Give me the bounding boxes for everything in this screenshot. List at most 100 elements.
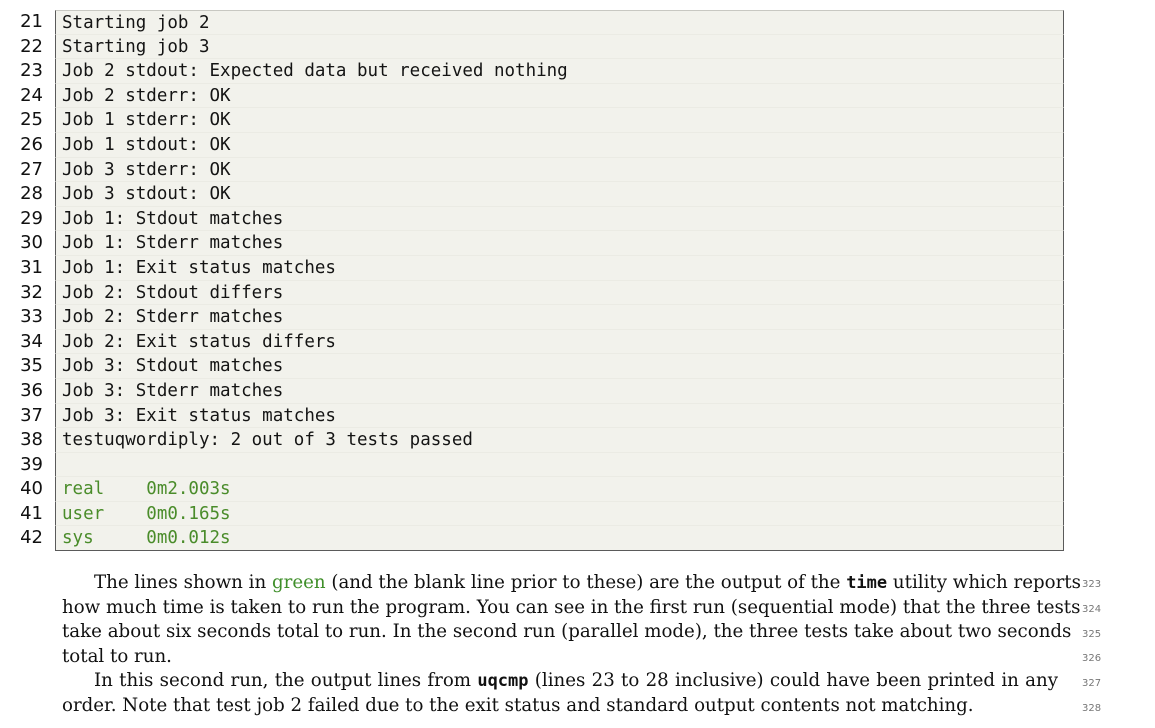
inline-code-time: time — [846, 573, 888, 593]
code-line-text: Starting job 2 — [55, 10, 1064, 35]
margin-line-number: 326 — [1082, 653, 1102, 664]
program-output-text: Job 2 stderr: OK — [62, 85, 231, 106]
code-line-number: 31 — [20, 256, 43, 278]
code-line: 42 sys 0m0.012s — [0, 526, 1064, 552]
code-line: 32 Job 2: Stdout differs — [0, 280, 1064, 306]
program-output-text: testuqwordiply: 2 out of 3 tests passed — [62, 430, 473, 451]
code-line-number: 30 — [20, 232, 43, 254]
program-output-text: Job 1 stderr: OK — [62, 110, 231, 131]
margin-line-number: 323 — [1082, 579, 1102, 590]
paragraph-2-line-1: In this second run, the output lines fro… — [62, 669, 1058, 694]
code-line: 36 Job 3: Stderr matches — [0, 378, 1064, 404]
paragraph-1-line-1: The lines shown in green (and the blank … — [62, 571, 1081, 596]
time-output-text: sys 0m0.012s — [62, 528, 231, 549]
code-line: 30 Job 1: Stderr matches — [0, 231, 1064, 256]
text-span: (and the blank line prior to these) are … — [325, 572, 847, 593]
code-line: 34 Job 2: Exit status differs — [0, 329, 1064, 355]
program-output-text: Starting job 2 — [62, 13, 210, 33]
code-line-number: 41 — [20, 502, 43, 524]
code-line-number: 29 — [20, 207, 43, 229]
code-line-number: 32 — [20, 281, 43, 303]
code-line-number: 21 — [20, 11, 43, 32]
green-word: green — [272, 572, 326, 593]
code-listing: 21 Starting job 2 22 Starting job 3 23 Job 2 … — [0, 10, 1064, 552]
code-line-number: 28 — [20, 183, 43, 205]
code-line-text: Starting job 3 — [55, 34, 1064, 60]
time-output-text: real 0m2.003s — [62, 479, 231, 500]
margin-line-number: 324 — [1082, 604, 1102, 615]
code-line-text: Job 1: Stdout matches — [55, 206, 1064, 232]
time-output-text: user 0m0.165s — [62, 503, 231, 524]
code-line-text: Job 3: Stderr matches — [55, 378, 1064, 404]
code-line-text: Job 1 stdout: OK — [55, 132, 1064, 158]
code-line-number: 25 — [20, 109, 43, 131]
code-line-text: user 0m0.165s — [55, 501, 1064, 527]
inline-code-uqcmp: uqcmp — [477, 671, 529, 692]
code-line: 24 Job 2 stderr: OK — [0, 83, 1064, 109]
program-output-text: Job 3: Exit status matches — [62, 405, 336, 426]
code-line-number: 24 — [20, 84, 43, 106]
code-line: 28 Job 3 stdout: OK — [0, 182, 1064, 207]
code-line-text: Job 1: Stderr matches — [55, 231, 1064, 256]
body-text: The lines shown in green (and the blank … — [62, 571, 1081, 719]
program-output-text: Job 1: Stderr matches — [62, 233, 284, 254]
text-span: The lines shown in — [94, 572, 272, 593]
text-span: In this second run, the output lines fro… — [94, 670, 478, 692]
code-line-text: real 0m2.003s — [55, 477, 1064, 502]
code-line-text: Job 2: Stderr matches — [55, 305, 1064, 330]
program-output-text: Job 3: Stdout matches — [62, 356, 284, 377]
code-line-text: Job 3: Stdout matches — [55, 354, 1064, 379]
program-output-text: Job 2: Stderr matches — [62, 307, 284, 328]
code-line-number: 26 — [20, 133, 43, 155]
code-line: 27 Job 3 stderr: OK — [0, 157, 1064, 183]
code-line: 37 Job 3: Exit status matches — [0, 403, 1064, 429]
code-line-text: Job 1 stderr: OK — [55, 108, 1064, 133]
code-line-text: testuqwordiply: 2 out of 3 tests passed — [55, 428, 1064, 453]
margin-line-number: 327 — [1082, 678, 1102, 689]
code-line-text: Job 2 stdout: Expected data but received… — [55, 59, 1064, 84]
code-line-text — [55, 452, 1064, 478]
code-line: 23 Job 2 stdout: Expected data but receiv… — [0, 59, 1064, 84]
code-line-number: 36 — [20, 379, 43, 401]
code-line-number: 22 — [20, 35, 43, 57]
code-line: 31 Job 1: Exit status matches — [0, 255, 1064, 281]
code-line-number: 27 — [20, 158, 43, 180]
program-output-text: Job 1: Stdout matches — [62, 208, 284, 229]
code-line-text: Job 2: Exit status differs — [55, 329, 1064, 355]
code-line: 29 Job 1: Stdout matches — [0, 206, 1064, 232]
code-line: 25 Job 1 stderr: OK — [0, 108, 1064, 133]
code-line-text: Job 3 stderr: OK — [55, 157, 1064, 183]
program-output-text: Job 3 stderr: OK — [62, 159, 231, 180]
code-line-number: 37 — [20, 404, 43, 426]
code-line: 21 Starting job 2 — [0, 10, 1064, 35]
program-output-text: Job 3 stdout: OK — [62, 184, 231, 205]
paragraph-1-line-3: take about six seconds total to run. In … — [62, 621, 1072, 643]
program-output-text: Job 2: Stdout differs — [62, 282, 284, 303]
code-line-number: 38 — [20, 429, 43, 451]
code-line: 35 Job 3: Stdout matches — [0, 354, 1064, 379]
program-output-text: Job 2: Exit status differs — [62, 331, 336, 352]
program-output-text: Starting job 3 — [62, 36, 210, 57]
code-line-number: 39 — [20, 453, 43, 475]
code-line: 39 — [0, 452, 1064, 478]
code-line-text: sys 0m0.012s — [55, 526, 1064, 552]
margin-line-number: 325 — [1082, 629, 1102, 640]
code-line-number: 40 — [20, 478, 43, 500]
code-line-number: 34 — [20, 330, 43, 352]
program-output-text: Job 3: Stderr matches — [62, 380, 284, 401]
code-line-text: Job 1: Exit status matches — [55, 255, 1064, 281]
code-line-number: 42 — [20, 527, 43, 549]
code-line-number: 35 — [20, 355, 43, 377]
code-line: 40 real 0m2.003s — [0, 477, 1064, 502]
code-line: 41 user 0m0.165s — [0, 501, 1064, 527]
program-output-text: Job 1 stdout: OK — [62, 134, 231, 155]
code-line-text: Job 2: Stdout differs — [55, 280, 1064, 306]
paragraph-1-line-2: how much time is taken to run the progra… — [62, 596, 1081, 618]
text-span: (lines 23 to 28 inclusive) could have be… — [528, 670, 1058, 692]
code-line: 26 Job 1 stdout: OK — [0, 132, 1064, 158]
program-output-text: Job 1: Exit status matches — [62, 257, 336, 278]
program-output-text: Job 2 stdout: Expected data but received… — [62, 61, 568, 82]
code-line-text: Job 3 stdout: OK — [55, 182, 1064, 207]
code-line-number: 23 — [20, 60, 43, 82]
paragraph-1-line-4: total to run. — [62, 645, 172, 667]
